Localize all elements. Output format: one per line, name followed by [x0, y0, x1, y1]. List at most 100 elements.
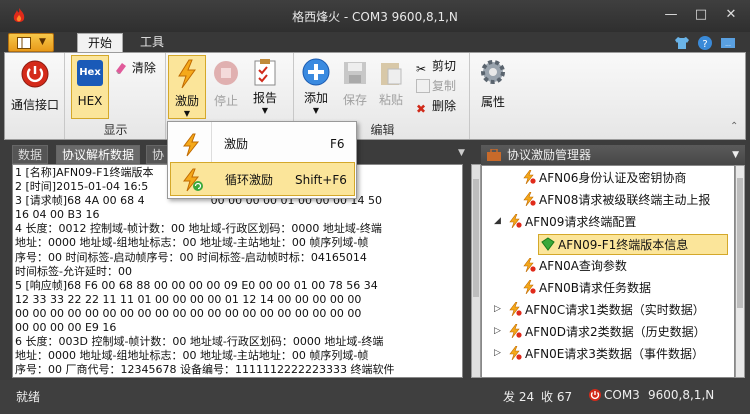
lightning-star-icon — [508, 345, 522, 361]
tree-scrollbar[interactable] — [735, 165, 745, 378]
chevron-down-icon: ▼ — [39, 37, 46, 47]
power-icon — [21, 60, 49, 88]
tab-protocol-parse[interactable]: 协议解析数据 — [56, 145, 141, 164]
lightning-star-icon — [508, 213, 522, 229]
chevron-down-icon: ▼ — [183, 109, 191, 118]
chevron-down-icon: ▼ — [312, 106, 320, 115]
text-line-part: 3 [请求帧]68 4A 00 68 4 — [15, 194, 145, 208]
gear-icon — [481, 60, 505, 84]
status-recv-count: 收 67 — [541, 390, 573, 404]
app-menu-button[interactable]: ▼ — [8, 33, 54, 52]
help-icon[interactable]: ? — [697, 35, 713, 51]
tree-node-label: AFN09请求终端配置 — [525, 215, 637, 229]
add-label: 添加 — [303, 91, 328, 105]
stop-icon — [214, 61, 238, 85]
tree-node[interactable]: AFN09请求终端配置 — [508, 212, 636, 233]
title-bar: 格西烽火 - COM3 9600,8,1,N — □ ✕ — [0, 0, 750, 32]
ribbon-group-props: 属性 — [471, 53, 515, 139]
lightning-star-icon — [522, 279, 536, 295]
power-status-icon — [589, 389, 601, 401]
comm-interface-button[interactable]: 通信接口 — [9, 57, 61, 115]
tree-node[interactable]: AFN0B请求任务数据 — [522, 278, 651, 299]
paste-button[interactable]: 粘贴 — [374, 55, 408, 113]
excite-button[interactable]: 激励 ▼ — [168, 55, 206, 119]
text-line: 序号：00 时间标签-启动帧序号：00 时间标签-启动帧时标：04165014 — [15, 250, 367, 264]
delete-button[interactable]: ✖ 删除 — [416, 97, 456, 116]
tree-node-label: AFN0B请求任务数据 — [539, 281, 651, 295]
text-line: 序号：00 厂商代号：12345678 设备编号：111111222222333… — [15, 363, 395, 377]
collapsed-arrow-icon[interactable]: ▷ — [494, 304, 501, 314]
clear-button[interactable]: 清除 — [114, 59, 156, 77]
save-label: 保存 — [342, 93, 367, 107]
ribbon-collapse-icon[interactable]: ⌃ — [730, 121, 738, 132]
lightning-star-icon — [508, 323, 522, 339]
menu-item-excite-label: 激励 — [224, 137, 249, 151]
protocol-excite-manager-header: 协议激励管理器 ▼ — [481, 145, 745, 165]
tab-data[interactable]: 数据 — [12, 145, 49, 164]
lightning-star-icon — [522, 257, 536, 273]
collapsed-arrow-icon[interactable]: ▷ — [494, 326, 501, 336]
window-title: 格西烽火 - COM3 9600,8,1,N — [292, 10, 458, 24]
delete-icon: ✖ — [416, 102, 427, 116]
expanded-arrow-icon[interactable]: ◢ — [494, 216, 501, 226]
text-line: 00 00 00 00 E9 16 — [15, 321, 117, 335]
text-line: 地址：0000 地址域-组地址标志：00 地址域-主站地址：00 帧序列域-帧 — [15, 236, 369, 250]
tree-node-label: AFN08请求被级联终端主动上报 — [539, 193, 711, 207]
text-line: 12 33 33 22 22 11 11 01 00 00 00 00 01 1… — [15, 292, 362, 306]
maximize-button[interactable]: □ — [690, 6, 712, 24]
cut-button[interactable]: ✂ 剪切 — [416, 57, 456, 76]
text-line: 4 长度：0012 控制域-帧计数：00 地址域-行政区划码：0000 地址域-… — [15, 222, 382, 236]
ribbon-group-comm: 通信接口 — [5, 53, 65, 139]
menu-item-excite-shortcut: F6 — [330, 137, 345, 151]
tree-node-label: AFN0E请求3类数据（事件数据） — [525, 347, 704, 361]
panel-dropdown-icon[interactable]: ▼ — [732, 145, 739, 165]
add-button[interactable]: 添加 ▼ — [298, 55, 334, 119]
stop-label: 停止 — [213, 94, 238, 108]
tree-node[interactable]: AFN0C请求1类数据（实时数据） — [508, 300, 705, 321]
properties-button[interactable]: 属性 — [473, 55, 513, 113]
tree-node[interactable]: AFN0E请求3类数据（事件数据） — [508, 344, 704, 365]
tree-node[interactable]: AFN0A查询参数 — [522, 256, 627, 277]
copy-button[interactable]: 复制 — [416, 77, 456, 95]
lightning-icon — [183, 133, 200, 157]
excite-label: 激励 — [174, 94, 199, 108]
save-button[interactable]: 保存 — [338, 55, 372, 113]
menu-item-excite[interactable]: 激励 F6 — [170, 127, 355, 161]
collapsed-arrow-icon[interactable]: ▷ — [494, 348, 501, 358]
stop-button[interactable]: 停止 — [209, 55, 243, 113]
text-line: 5 [响应帧]68 F6 00 68 88 00 00 00 00 09 E0 … — [15, 278, 378, 292]
lightning-icon — [178, 59, 196, 89]
tree-node[interactable]: AFN06身份认证及密钥协商 — [522, 168, 686, 189]
tab-tools[interactable]: 工具 — [132, 33, 172, 52]
tree-node[interactable]: AFN0D请求2类数据（历史数据） — [508, 322, 706, 343]
status-bar: 就绪 发 24 收 67 COM3 9600,8,1,N — [0, 380, 750, 414]
svg-text:?: ? — [702, 39, 707, 50]
shirt-icon[interactable] — [674, 35, 690, 51]
menu-item-loop-excite-label: 循环激励 — [225, 173, 274, 187]
tree-node-label: AFN0D请求2类数据（历史数据） — [525, 325, 706, 339]
toolbox-icon — [487, 149, 501, 161]
green-gem-icon — [541, 237, 555, 251]
tab-start[interactable]: 开始 — [77, 33, 123, 52]
menu-item-loop-excite[interactable]: 循环激励 Shift+F6 — [170, 162, 355, 196]
chevron-down-icon: ▼ — [261, 106, 269, 115]
text-scrollbar[interactable] — [471, 164, 481, 378]
report-icon — [254, 59, 276, 86]
close-button[interactable]: ✕ — [720, 6, 742, 24]
feedback-icon[interactable]: ... — [720, 35, 736, 51]
hex-button[interactable]: Hex HEX — [71, 55, 109, 119]
comm-interface-label: 通信接口 — [10, 98, 59, 112]
tree-node[interactable]: AFN09-F1终端版本信息 — [538, 234, 728, 255]
manager-title: 协议激励管理器 — [507, 148, 592, 162]
status-config: 9600,8,1,N — [648, 388, 715, 402]
report-button[interactable]: 报告 ▼ — [247, 55, 283, 119]
paste-icon — [381, 63, 402, 85]
tree-node[interactable]: AFN08请求被级联终端主动上报 — [522, 190, 710, 211]
tab-dropdown-icon[interactable]: ▼ — [458, 148, 465, 158]
text-line: 地址：0000 地址域-组地址标志：00 地址域-主站地址：00 帧序列域-帧 — [15, 349, 369, 363]
minimize-button[interactable]: — — [660, 6, 682, 24]
text-line: 00 00 00 00 00 00 00 00 00 00 00 00 00 0… — [15, 306, 362, 320]
menu-item-loop-excite-shortcut: Shift+F6 — [295, 173, 347, 187]
plus-icon — [302, 58, 330, 86]
tree-node-label: AFN06身份认证及密钥协商 — [539, 171, 687, 185]
